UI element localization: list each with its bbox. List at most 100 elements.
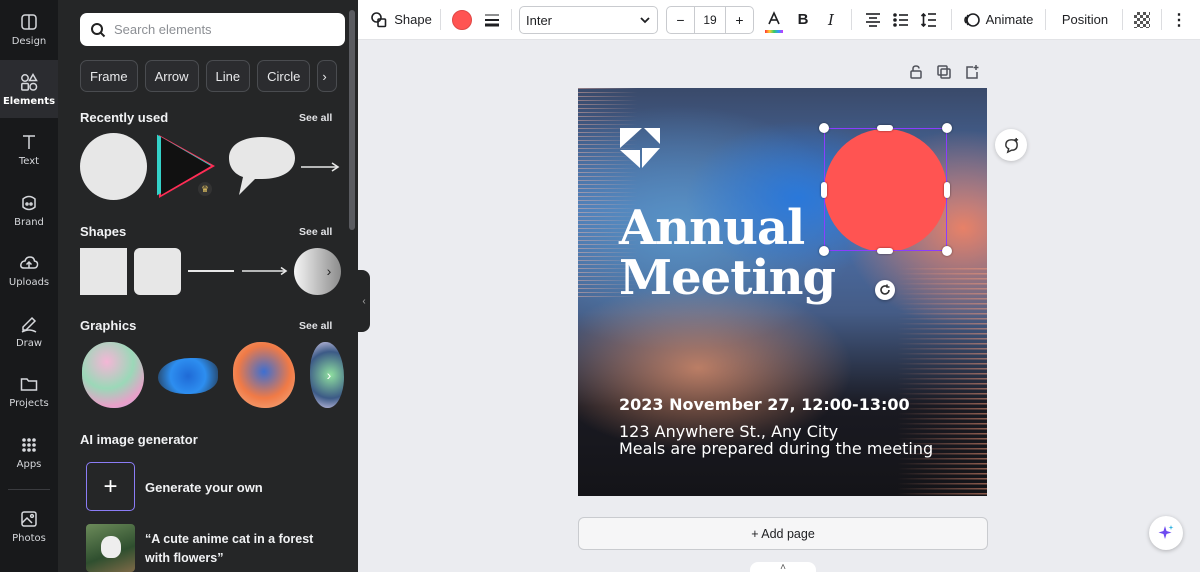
add-comment-button[interactable]	[995, 129, 1027, 161]
example-prompt[interactable]: “A cute anime cat in a forest with flowe…	[145, 530, 325, 568]
graphics-title: Graphics	[80, 318, 137, 333]
recent-arrow-line[interactable]	[301, 160, 341, 174]
chevron-left-icon: ‹	[362, 295, 366, 307]
shape-button[interactable]: Shape	[370, 5, 432, 34]
graphics-next-button[interactable]: ›	[318, 364, 340, 386]
meeting-details[interactable]: 123 Anywhere St., Any City Meals are pre…	[619, 423, 933, 457]
rail-divider	[8, 489, 50, 490]
resize-handle-bottom-left[interactable]	[819, 246, 829, 256]
collapse-panel-handle[interactable]: ‹	[358, 270, 370, 332]
font-size-decrease[interactable]: −	[667, 12, 694, 28]
toolbar-divider	[511, 9, 512, 30]
toolbar-divider	[1045, 9, 1046, 30]
rail-item-apps[interactable]: Apps	[0, 423, 58, 481]
italic-icon: I	[828, 10, 834, 29]
filter-chips: Frame Arrow Line Circle ›	[80, 60, 338, 92]
more-options-button[interactable]: ⋮	[1168, 5, 1190, 34]
recent-speech-bubble[interactable]	[227, 135, 297, 197]
rail-item-photos[interactable]: Photos	[0, 497, 58, 555]
chip-frame[interactable]: Frame	[80, 60, 138, 92]
pages-drawer-toggle[interactable]: ˄	[750, 562, 816, 572]
line-spacing-icon	[920, 12, 936, 27]
rotate-handle[interactable]	[875, 280, 895, 300]
fill-color-button[interactable]	[450, 5, 474, 34]
chip-more[interactable]: ›	[317, 60, 338, 92]
text-color-button[interactable]	[762, 5, 786, 34]
chip-circle[interactable]: Circle	[257, 60, 311, 92]
animate-icon	[963, 12, 980, 27]
resize-handle-top-right[interactable]	[942, 123, 952, 133]
shape-square[interactable]	[80, 248, 127, 295]
rail-item-draw[interactable]: Draw	[0, 302, 58, 360]
add-page-icon[interactable]	[964, 64, 980, 80]
rail-label: Photos	[12, 532, 46, 544]
magic-assistant-button[interactable]	[1149, 516, 1183, 550]
rail-item-design[interactable]: Design	[0, 0, 58, 58]
graphic-gradient-blob-3[interactable]	[233, 342, 295, 408]
rail-item-elements[interactable]: Elements	[0, 60, 58, 118]
decorative-stripes-right	[897, 268, 987, 496]
chip-arrow[interactable]: Arrow	[144, 60, 199, 92]
bold-button[interactable]: B	[792, 5, 814, 34]
bold-icon: B	[797, 11, 809, 28]
recent-circle-shape[interactable]	[80, 133, 147, 200]
anime-cat-thumbnail[interactable]	[86, 524, 135, 572]
chip-line[interactable]: Line	[205, 60, 251, 92]
search-input[interactable]	[114, 22, 334, 37]
shapes-next-button[interactable]: ›	[318, 260, 340, 282]
toolbar-divider	[440, 9, 441, 30]
shape-button-label: Shape	[394, 12, 432, 27]
design-title[interactable]: Annual Meeting	[619, 200, 836, 306]
rail-item-uploads[interactable]: Uploads	[0, 241, 58, 299]
plus-icon: +	[103, 472, 118, 500]
toolbar-divider	[1161, 9, 1162, 30]
rail-item-text[interactable]: Text	[0, 120, 58, 178]
animate-button[interactable]: Animate	[962, 5, 1034, 34]
lock-icon[interactable]	[908, 64, 924, 80]
border-style-button[interactable]	[480, 5, 504, 34]
resize-handle-top[interactable]	[877, 125, 893, 131]
search-box[interactable]	[80, 13, 345, 46]
shapes-see-all[interactable]: See all	[299, 226, 332, 238]
resize-handle-right[interactable]	[944, 182, 950, 198]
graphic-gradient-blob-2[interactable]	[158, 358, 218, 394]
spacing-button[interactable]	[917, 5, 941, 34]
font-size-value[interactable]: 19	[694, 7, 726, 33]
rail-label: Draw	[15, 337, 43, 349]
company-logo	[620, 128, 660, 168]
list-button[interactable]	[889, 5, 913, 34]
meeting-date[interactable]: 2023 November 27, 12:00-13:00	[619, 395, 910, 414]
title-line-1: Annual	[619, 200, 805, 256]
font-size-increase[interactable]: +	[726, 12, 753, 28]
resize-handle-left[interactable]	[821, 182, 827, 198]
recent-play-triangle[interactable]: ♛	[157, 133, 217, 200]
transparency-button[interactable]	[1131, 5, 1153, 34]
resize-handle-bottom-right[interactable]	[942, 246, 952, 256]
font-size-stepper[interactable]: − 19 +	[666, 6, 754, 34]
italic-button[interactable]: I	[820, 5, 842, 34]
add-page-button[interactable]: + Add page	[578, 517, 988, 550]
generate-own-label[interactable]: Generate your own	[145, 480, 263, 495]
apps-icon	[22, 437, 36, 452]
sparkle-icon	[1158, 525, 1174, 539]
text-icon	[23, 134, 35, 149]
duplicate-icon[interactable]	[936, 64, 952, 80]
font-family-select[interactable]: Inter	[519, 6, 658, 34]
rail-item-projects[interactable]: Projects	[0, 362, 58, 420]
title-line-2: Meeting	[619, 250, 836, 306]
graphic-gradient-blob-1[interactable]	[82, 342, 144, 408]
rail-item-brand[interactable]: Brand	[0, 181, 58, 239]
shape-rounded-square[interactable]	[134, 248, 181, 295]
generate-own-button[interactable]: +	[86, 462, 135, 511]
resize-handle-top-left[interactable]	[819, 123, 829, 133]
resize-handle-bottom[interactable]	[877, 248, 893, 254]
graphics-see-all[interactable]: See all	[299, 320, 332, 332]
page-actions	[908, 64, 980, 80]
recently-used-see-all[interactable]: See all	[299, 112, 332, 124]
position-button[interactable]: Position	[1055, 5, 1115, 34]
panel-scrollbar[interactable]	[349, 10, 355, 230]
align-button[interactable]	[861, 5, 885, 34]
elements-panel: Frame Arrow Line Circle › Recently used …	[58, 0, 358, 572]
shape-line[interactable]	[188, 270, 234, 272]
shape-arrow[interactable]	[242, 264, 288, 278]
